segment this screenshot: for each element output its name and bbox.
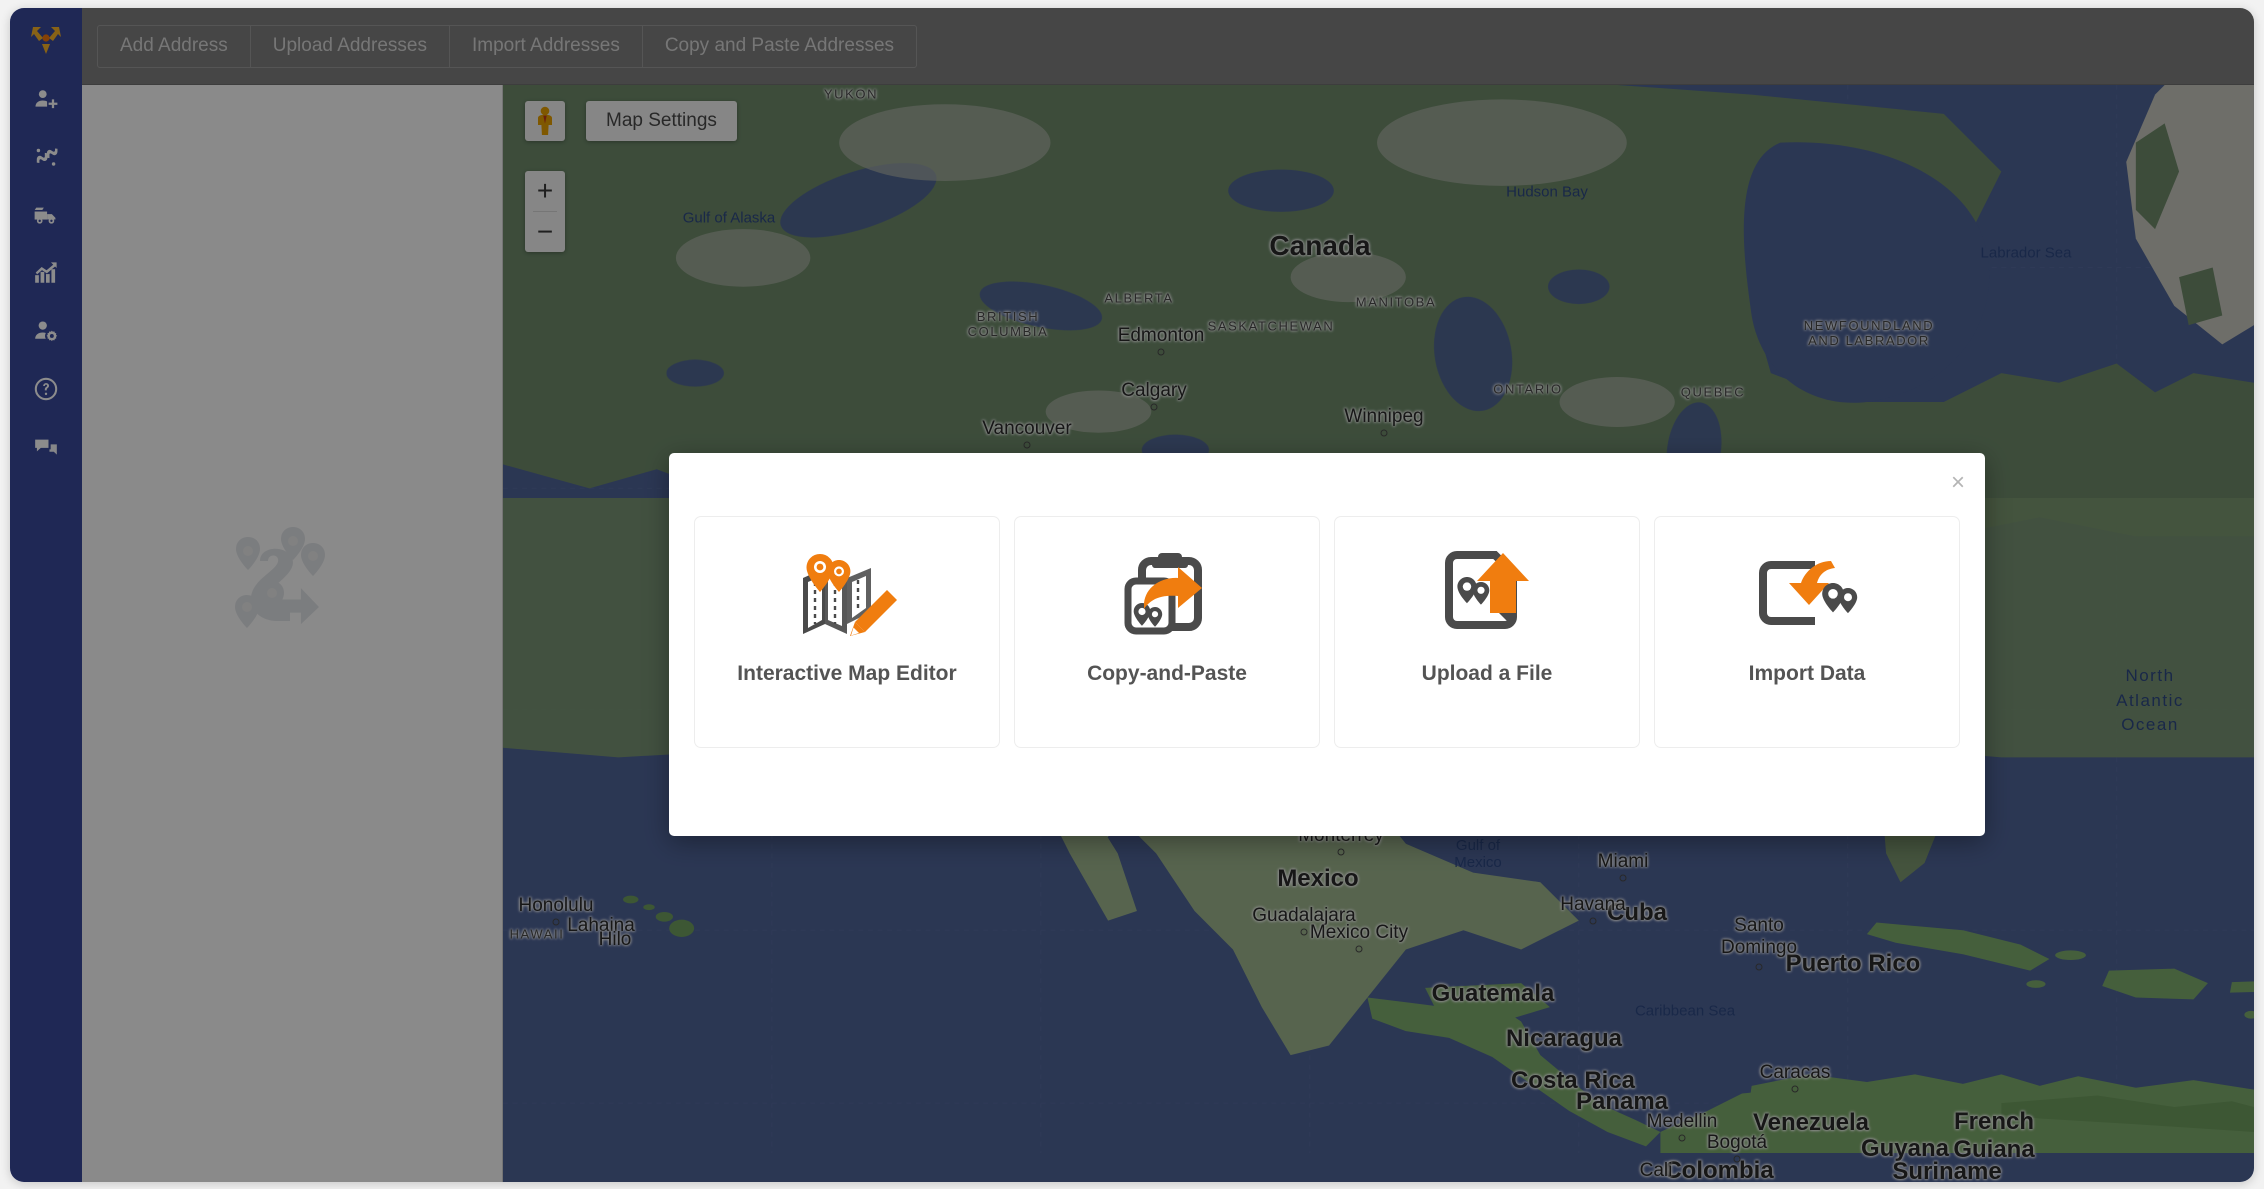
option-label: Copy-and-Paste: [1087, 662, 1247, 685]
import-arrow-pins-icon: [1755, 551, 1859, 637]
option-label: Import Data: [1748, 662, 1866, 685]
option-label: Interactive Map Editor: [737, 662, 957, 685]
application-window: Add Address Upload Addresses Import Addr…: [10, 8, 2254, 1182]
add-addresses-method-modal: × Interactive Map Editor Copy-and-Paste …: [669, 453, 1985, 836]
option-upload-a-file[interactable]: Upload a File: [1334, 516, 1640, 748]
file-upload-arrow-pins-icon: [1437, 551, 1537, 637]
option-label: Upload a File: [1421, 662, 1553, 685]
option-import-data[interactable]: Import Data: [1654, 516, 1960, 748]
method-option-grid: Interactive Map Editor Copy-and-Paste Up…: [689, 516, 1965, 748]
close-icon[interactable]: ×: [1951, 471, 1965, 495]
option-interactive-map-editor[interactable]: Interactive Map Editor: [694, 516, 1000, 748]
option-copy-and-paste[interactable]: Copy-and-Paste: [1014, 516, 1320, 748]
map-pencil-pins-icon: [795, 551, 899, 637]
clipboard-arrow-pins-icon: [1120, 551, 1214, 637]
